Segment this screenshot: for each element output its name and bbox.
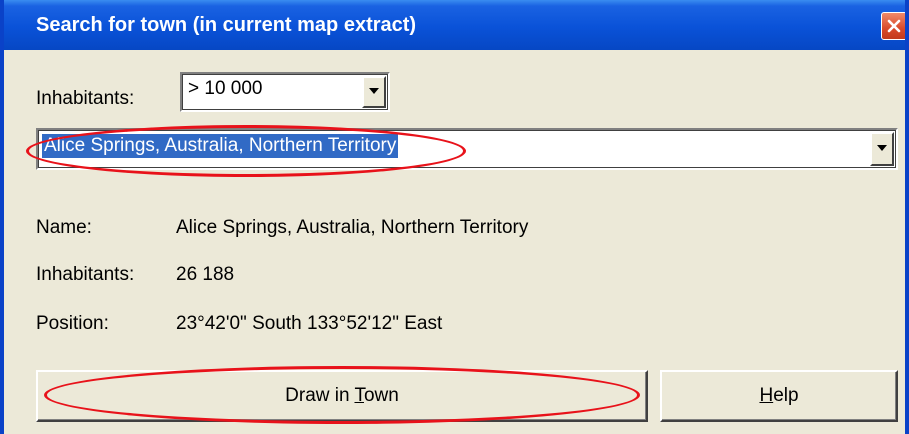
inhabitants-value: 26 188: [176, 264, 235, 285]
close-button[interactable]: [881, 12, 905, 40]
help-label: Help: [759, 385, 799, 406]
inhabitants-filter-label: Inhabitants:: [36, 88, 135, 109]
position-label: Position:: [36, 313, 109, 334]
window-title: Search for town (in current map extract): [36, 14, 417, 36]
name-value: Alice Springs, Australia, Northern Terri…: [176, 217, 529, 238]
draw-in-town-button[interactable]: Draw in Town: [36, 370, 648, 422]
town-select-value: Alice Springs, Australia, Northern Terri…: [42, 134, 399, 158]
inhabitants-filter-arrow-button[interactable]: [362, 76, 386, 108]
title-bar[interactable]: Search for town (in current map extract): [4, 0, 905, 50]
inhabitants-filter-value: > 10 000: [188, 78, 263, 99]
inhabitants-label: Inhabitants:: [36, 264, 135, 285]
help-button[interactable]: Help: [660, 370, 898, 422]
town-select-dropdown[interactable]: Alice Springs, Australia, Northern Terri…: [36, 128, 898, 170]
draw-in-town-label: Draw in Town: [285, 385, 399, 406]
town-select-arrow-button[interactable]: [870, 132, 894, 166]
search-town-dialog: Search for town (in current map extract)…: [0, 0, 909, 434]
name-label: Name:: [36, 217, 92, 238]
inhabitants-filter-dropdown[interactable]: > 10 000: [180, 72, 390, 112]
position-value: 23°42'0" South 133°52'12" East: [176, 313, 443, 334]
